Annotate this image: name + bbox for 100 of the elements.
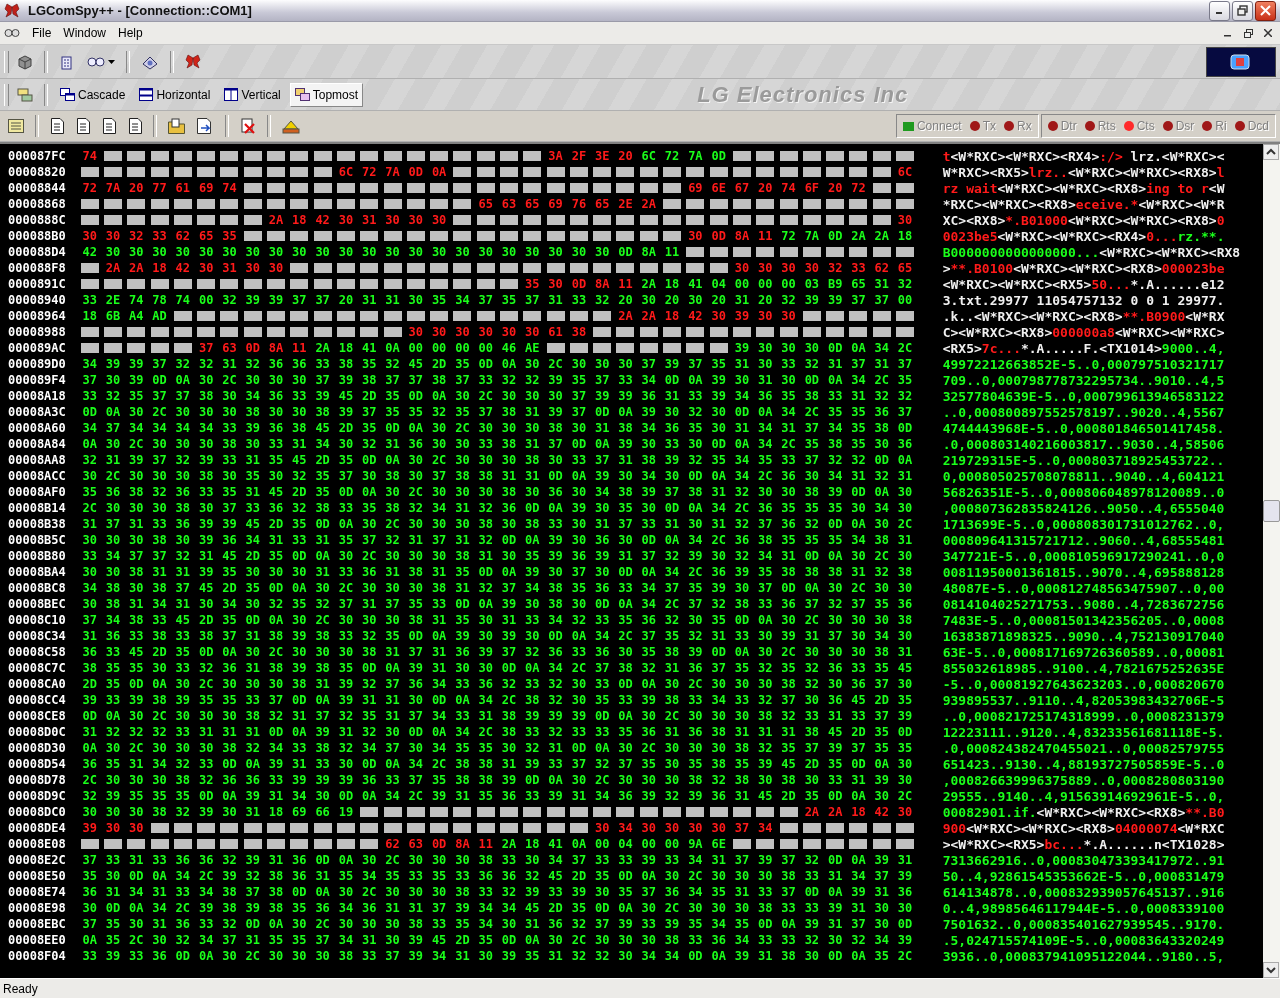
ascii-line: ,000826639996375889..0,0008280803190	[942, 772, 1225, 788]
vertical-scrollbar[interactable]	[1263, 144, 1280, 978]
hex-byte: 39	[105, 357, 121, 371]
hex-byte: 33	[758, 885, 773, 899]
hex-byte: 38	[408, 613, 424, 627]
hex-byte: 30	[897, 757, 913, 771]
hex-byte: 38	[268, 629, 284, 643]
hex-byte: 45	[827, 725, 843, 739]
hex-byte: 34	[198, 885, 214, 899]
empty-byte-block	[290, 199, 309, 209]
indicator-label: Tx	[982, 119, 996, 133]
hex-byte: 11	[618, 277, 633, 291]
hex-byte: 33	[851, 261, 866, 275]
layout-button[interactable]: Horizontal	[134, 82, 216, 107]
hex-byte: 0A	[152, 677, 167, 691]
empty-byte-block	[336, 311, 355, 321]
layout-button[interactable]: Topmost	[289, 82, 364, 107]
scroll-down-icon[interactable]	[1263, 962, 1279, 978]
empty-byte-block	[802, 327, 821, 337]
empty-byte-block	[500, 231, 518, 241]
hex-byte: 33	[82, 549, 97, 563]
hex-byte: 33	[175, 885, 191, 899]
hex-byte: 2D	[804, 757, 820, 771]
hex-byte: 37	[408, 645, 424, 659]
hex-byte: 31	[525, 405, 540, 419]
empty-byte-block	[686, 343, 705, 353]
empty-byte-block	[616, 807, 635, 817]
hex-byte: 37	[618, 757, 633, 771]
hex-byte: 31	[851, 901, 866, 915]
hex-byte: 37	[827, 629, 843, 643]
hex-byte: 62	[385, 837, 400, 851]
minimize-button[interactable]	[1209, 0, 1230, 21]
hex-byte: 33	[338, 501, 354, 515]
hex-byte: 38	[525, 517, 540, 531]
layout-button[interactable]: Vertical	[219, 82, 286, 107]
ascii-line: ..0,000821725174318999..0,0008231379	[942, 708, 1225, 724]
hex-byte: 20	[758, 293, 773, 307]
hex-byte: 7A	[688, 149, 703, 163]
hex-byte: 39	[501, 773, 517, 787]
empty-byte-block	[849, 215, 868, 225]
hex-byte: 37	[385, 373, 400, 387]
hex-byte: 30	[478, 421, 493, 435]
hex-byte: 0A	[781, 917, 796, 931]
hex-byte: 30	[408, 549, 424, 563]
scrollbar-thumb[interactable]	[1263, 500, 1280, 522]
hex-byte: 30	[408, 741, 424, 755]
hex-byte: 36	[82, 757, 97, 771]
hex-byte: 30	[758, 261, 773, 275]
hex-byte: 2C	[315, 613, 330, 627]
hex-byte: AD	[152, 309, 167, 323]
hex-byte: 33	[455, 677, 470, 691]
empty-byte-block	[849, 823, 868, 833]
hex-byte: 0A	[664, 533, 680, 547]
hex-byte: 33	[338, 629, 354, 643]
hex-byte: 31	[245, 805, 260, 819]
hex-byte: 31	[501, 613, 517, 627]
hex-byte: 31	[292, 709, 307, 723]
hex-byte: 0D	[408, 165, 424, 179]
hex-byte: 37	[641, 885, 656, 899]
hex-byte: 38	[501, 405, 517, 419]
hex-byte: 76	[571, 197, 587, 211]
ascii-line: <RX5>7c...*.A.....F.<TX1014>9000..4,	[942, 340, 1225, 356]
hex-byte: 31	[268, 789, 284, 803]
maximize-button[interactable]	[1232, 0, 1253, 21]
hex-byte: 31	[758, 949, 773, 963]
hex-byte: 38	[315, 629, 330, 643]
empty-byte-block	[709, 247, 728, 257]
hex-byte: 30	[897, 677, 913, 691]
ascii-line: 651423..9130..4,88193727505859E-5..0	[942, 756, 1225, 772]
hex-byte: 0D	[711, 645, 726, 659]
hex-byte: 0A	[431, 389, 447, 403]
hex-byte: 37	[525, 293, 540, 307]
empty-byte-block	[709, 263, 728, 273]
hex-byte: 32	[315, 597, 330, 611]
hex-byte: 6B	[105, 309, 121, 323]
hex-byte: 37	[152, 389, 167, 403]
hex-byte: 34	[175, 421, 191, 435]
hex-byte: 2C	[82, 773, 97, 787]
hex-byte: 37	[105, 517, 121, 531]
empty-byte-block	[732, 167, 751, 177]
layout-button[interactable]: Cascade	[55, 82, 131, 107]
empty-byte-block	[732, 247, 751, 257]
empty-byte-block	[732, 151, 751, 161]
hex-byte: 2A	[641, 197, 656, 211]
menu-item[interactable]: Help	[112, 24, 149, 42]
menu-item[interactable]: File	[26, 24, 58, 42]
hex-byte: 32	[408, 501, 424, 515]
hex-byte: 37	[82, 613, 97, 627]
close-button[interactable]	[1255, 0, 1276, 21]
hex-byte: 36	[897, 597, 913, 611]
hex-byte: 34	[431, 741, 447, 755]
hex-byte: 18	[897, 229, 913, 243]
scroll-up-icon[interactable]	[1263, 144, 1279, 160]
menu-item[interactable]: Window	[57, 24, 113, 42]
hex-byte: 31	[315, 565, 330, 579]
hex-byte: 30	[594, 357, 610, 371]
ascii-line: .5,024715574109E-5..0,00083643320249	[942, 932, 1225, 948]
hex-byte: 30	[688, 613, 703, 627]
hex-byte: 30	[431, 437, 447, 451]
hex-byte: 33	[618, 693, 633, 707]
